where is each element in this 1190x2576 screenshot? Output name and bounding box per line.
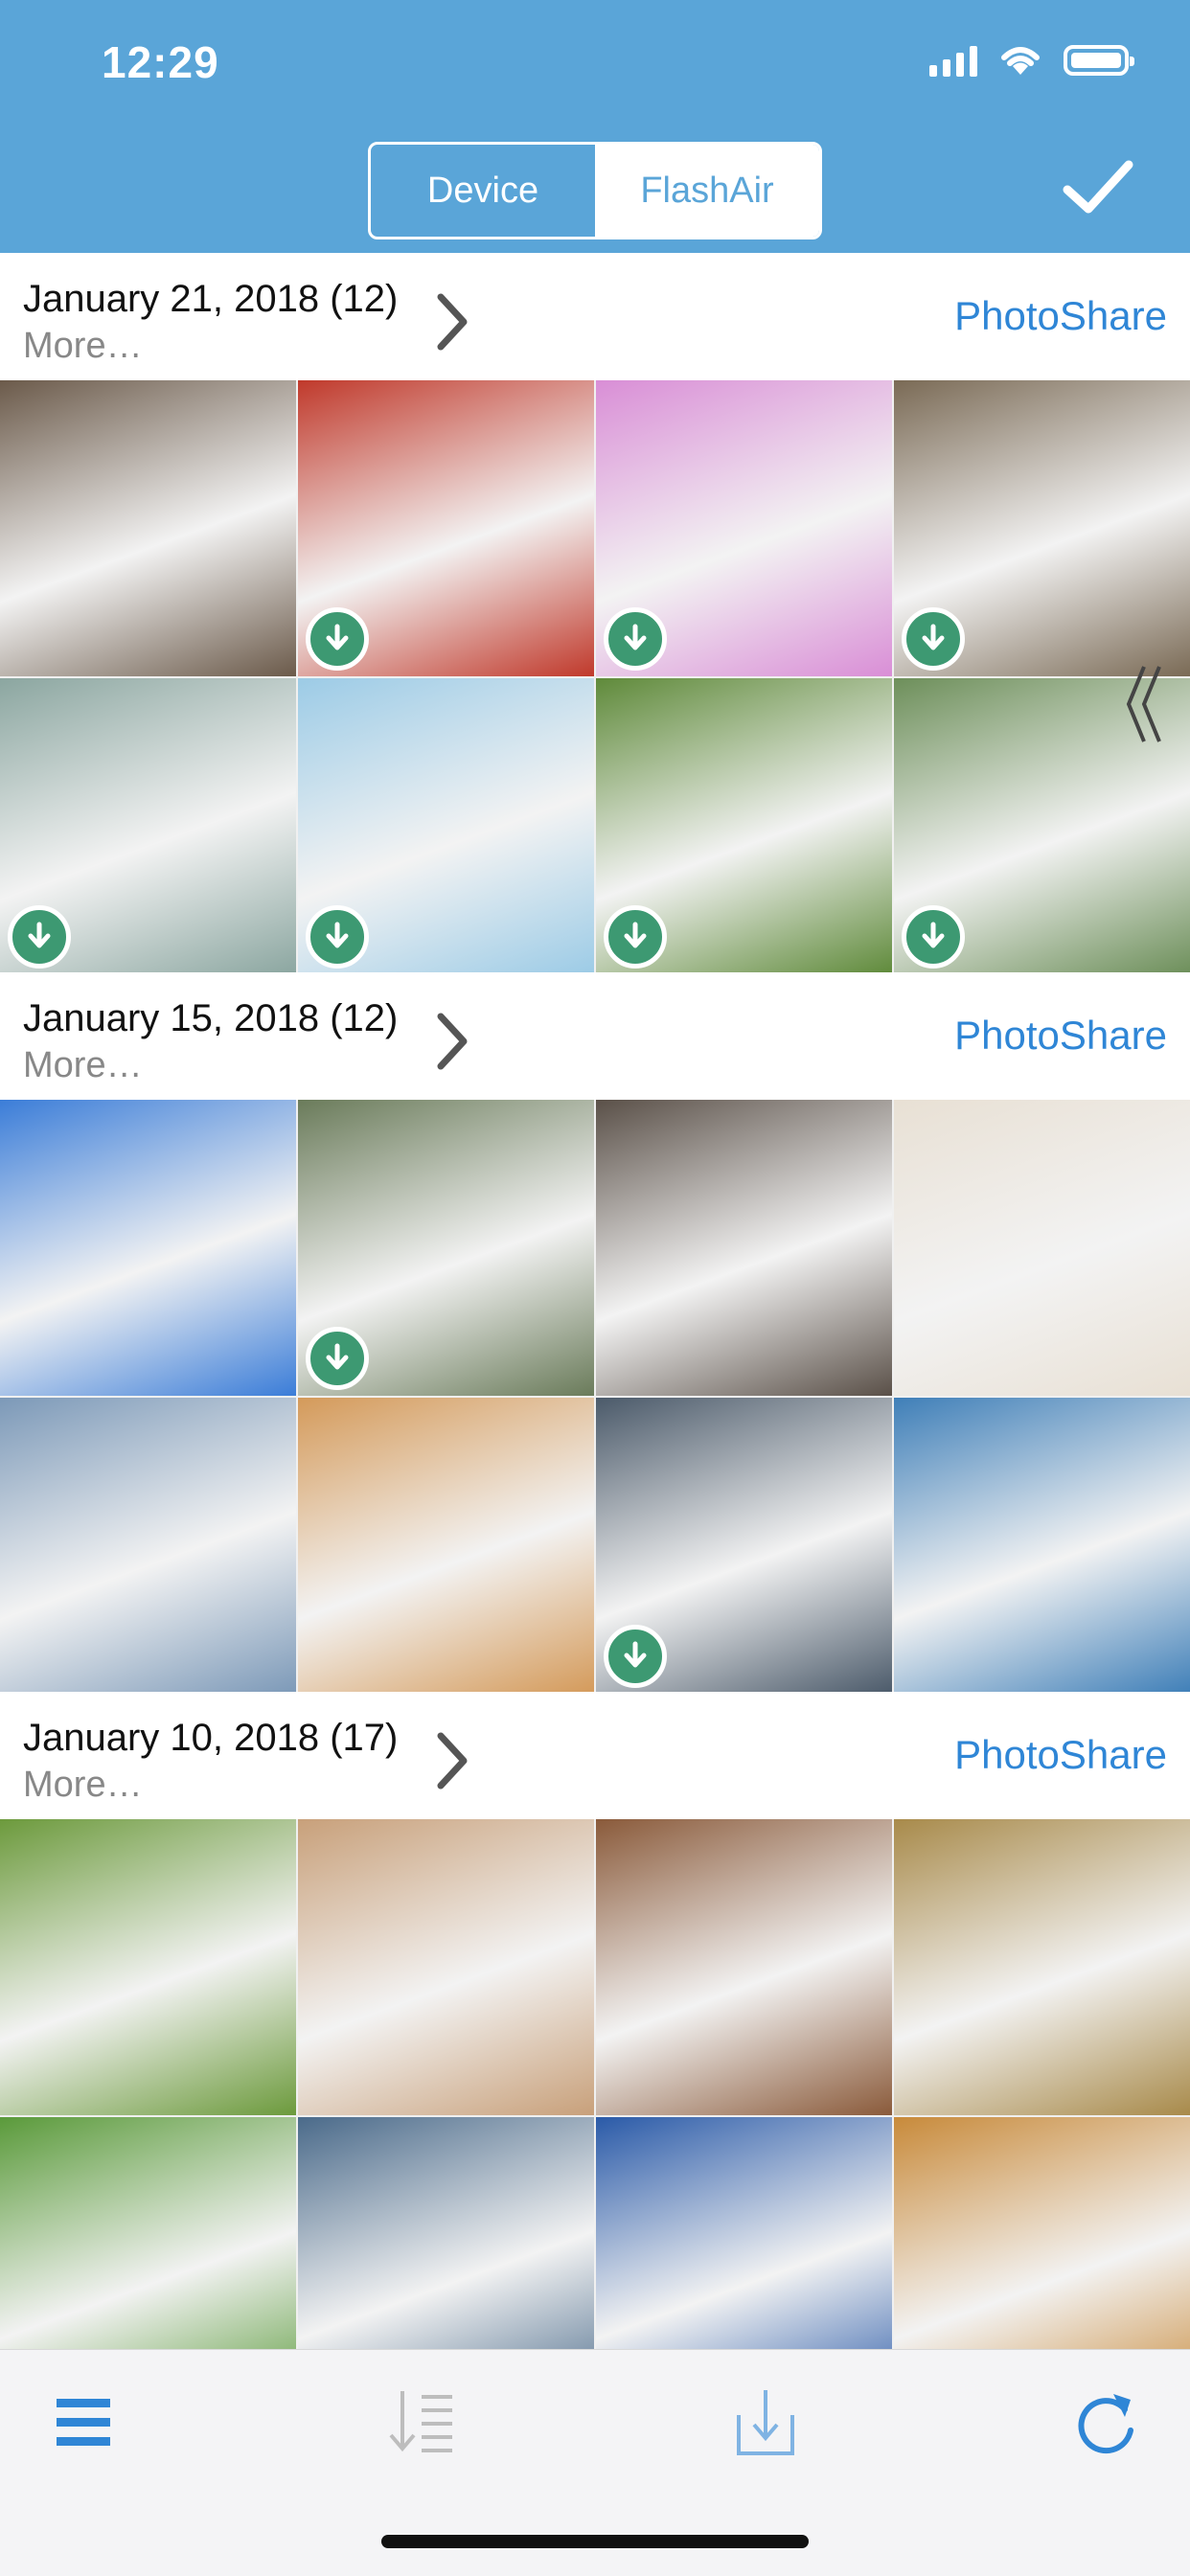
photoshare-button[interactable]: PhotoShare <box>954 1013 1167 1059</box>
photoshare-button[interactable]: PhotoShare <box>954 293 1167 339</box>
menu-icon <box>57 2399 110 2446</box>
section-date: January 15, 2018 (12) <box>23 997 399 1039</box>
chevron-right-icon[interactable] <box>433 1011 471 1072</box>
photo-thumbnail[interactable] <box>894 1398 1190 1694</box>
download-badge-icon[interactable] <box>902 607 965 671</box>
photo-thumbnail[interactable] <box>298 1100 594 1396</box>
photo-thumbnail[interactable] <box>0 678 296 974</box>
photo-grid <box>0 1819 1190 2413</box>
download-badge-icon[interactable] <box>306 1327 369 1390</box>
photo-thumbnail[interactable] <box>0 1819 296 2115</box>
photo-thumbnail[interactable] <box>298 678 594 974</box>
photo-thumbnail[interactable] <box>596 678 892 974</box>
section-date: January 21, 2018 (12) <box>23 278 399 320</box>
photo-thumbnail[interactable] <box>894 1819 1190 2115</box>
segment-device[interactable]: Device <box>371 145 595 237</box>
download-button[interactable] <box>722 2379 809 2465</box>
battery-icon <box>1064 45 1134 76</box>
section-header[interactable]: January 21, 2018 (12) More… PhotoShare <box>0 253 1190 380</box>
photo-thumbnail[interactable] <box>596 1819 892 2115</box>
chevron-right-icon[interactable] <box>433 1730 471 1791</box>
photo-thumbnail[interactable] <box>0 380 296 676</box>
photo-thumbnail[interactable] <box>894 1100 1190 1396</box>
photo-thumbnail[interactable] <box>298 1398 594 1694</box>
photo-thumbnail[interactable] <box>298 380 594 676</box>
checkmark-icon[interactable] <box>1062 159 1134 217</box>
side-panel-handle-icon[interactable] <box>1119 661 1167 747</box>
photo-thumbnail[interactable] <box>298 1819 594 2115</box>
home-indicator <box>381 2535 809 2548</box>
section-more-link[interactable]: More… <box>23 1765 143 1806</box>
sort-icon <box>389 2391 452 2452</box>
signal-icon <box>929 44 977 77</box>
photo-thumbnail[interactable] <box>0 1100 296 1396</box>
download-badge-icon[interactable] <box>902 905 965 969</box>
status-icons <box>929 44 1134 77</box>
photo-thumbnail[interactable] <box>894 380 1190 676</box>
download-badge-icon[interactable] <box>306 905 369 969</box>
photo-thumbnail[interactable] <box>0 1398 296 1694</box>
photoshare-button[interactable]: PhotoShare <box>954 1732 1167 1778</box>
refresh-icon <box>1078 2394 1133 2454</box>
status-time: 12:29 <box>102 37 219 87</box>
wifi-icon <box>1001 47 1040 75</box>
photo-thumbnail[interactable] <box>596 1100 892 1396</box>
segment-flashair[interactable]: FlashAir <box>595 145 819 237</box>
photo-thumbnail[interactable] <box>596 380 892 676</box>
section-date: January 10, 2018 (17) <box>23 1717 399 1759</box>
photo-thumbnail[interactable] <box>596 1398 892 1694</box>
download-badge-icon[interactable] <box>604 1625 667 1688</box>
section-header[interactable]: January 15, 2018 (12) More… PhotoShare <box>0 972 1190 1100</box>
download-badge-icon[interactable] <box>604 607 667 671</box>
download-icon <box>737 2390 794 2455</box>
sort-button[interactable] <box>378 2379 465 2465</box>
section-more-link[interactable]: More… <box>23 1045 143 1086</box>
download-badge-icon[interactable] <box>8 905 71 969</box>
section-more-link[interactable]: More… <box>23 326 143 367</box>
refresh-button[interactable] <box>1064 2379 1150 2465</box>
source-segmented-control: Device FlashAir <box>368 142 822 239</box>
menu-button[interactable] <box>40 2379 126 2465</box>
section-header[interactable]: January 10, 2018 (17) More… PhotoShare <box>0 1692 1190 1819</box>
chevron-right-icon[interactable] <box>433 291 471 353</box>
download-badge-icon[interactable] <box>604 905 667 969</box>
app-header: 12:29 Device FlashAir <box>0 0 1190 253</box>
photo-grid <box>0 1100 1190 1694</box>
photo-grid <box>0 380 1190 974</box>
download-badge-icon[interactable] <box>306 607 369 671</box>
